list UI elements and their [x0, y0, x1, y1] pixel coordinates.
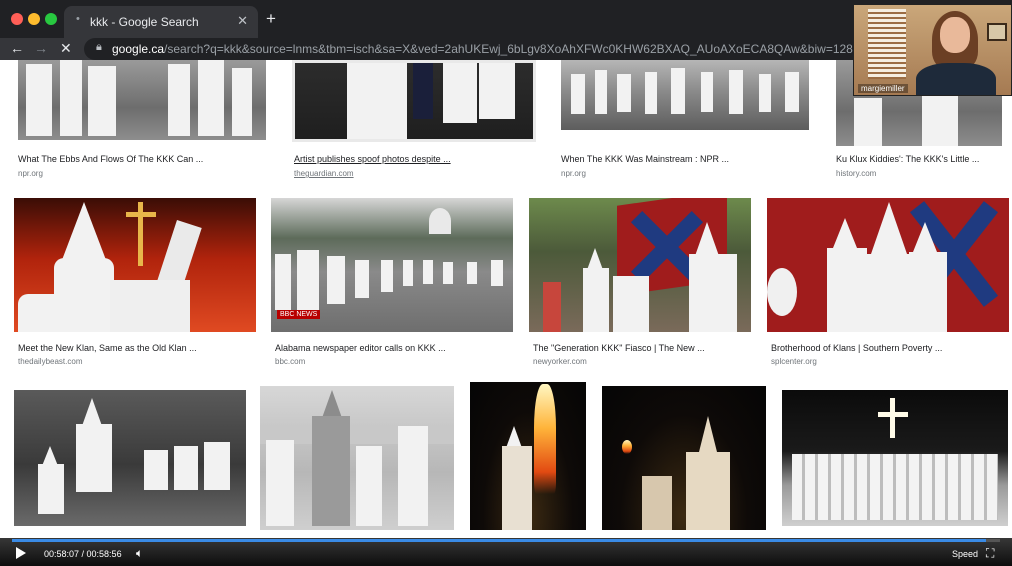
google-favicon-icon: •	[76, 13, 80, 25]
url-path: /search?q=kkk&source=lnms&tbm=isch&sa=X&…	[164, 42, 872, 56]
result-thumbnail[interactable]: BBC NEWS	[271, 198, 513, 332]
stop-icon[interactable]: ✕	[60, 40, 72, 57]
result-thumbnail[interactable]	[470, 382, 586, 530]
result-thumbnail[interactable]	[561, 60, 809, 130]
address-bar[interactable]: 🔒︎ google.ca/search?q=kkk&source=lnms&tb…	[84, 38, 884, 60]
result-thumbnail[interactable]	[529, 198, 751, 332]
url-text[interactable]: google.ca/search?q=kkk&source=lnms&tbm=i…	[112, 42, 872, 56]
result-card[interactable]	[782, 390, 1008, 538]
url-host: google.ca	[112, 42, 165, 56]
result-card[interactable]: BBC NEWS Alabama newspaper editor calls …	[271, 198, 513, 370]
result-source: thedailybeast.com	[18, 357, 83, 366]
result-card[interactable]	[260, 386, 454, 538]
result-source: bbc.com	[275, 357, 306, 366]
screen: • kkk - Google Search ✕ + ← → ✕ 🔒︎ googl…	[0, 0, 1012, 566]
result-source: history.com	[836, 169, 877, 178]
volume-icon[interactable]: 🔈︎	[136, 546, 143, 561]
webcam-video: margiemiller	[853, 4, 1012, 96]
result-source: npr.org	[561, 169, 586, 178]
presenter-face	[940, 17, 970, 53]
tab-google-search[interactable]: • kkk - Google Search ✕	[64, 6, 258, 38]
result-thumbnail[interactable]	[18, 60, 266, 140]
image-results-grid: What The Ebbs And Flows Of The KKK Can .…	[0, 60, 1012, 538]
lock-icon: 🔒︎	[96, 41, 102, 53]
result-source: theguardian.com	[294, 169, 354, 178]
result-thumbnail[interactable]	[767, 198, 1009, 332]
playback-time: 00:58:07 / 00:58:56	[44, 549, 122, 559]
progress-track[interactable]	[12, 539, 1000, 542]
result-caption[interactable]: When The KKK Was Mainstream : NPR ...	[561, 154, 729, 164]
result-card[interactable]: When The KKK Was Mainstream : NPR ... np…	[561, 60, 809, 180]
window-zoom-dot[interactable]	[45, 13, 57, 25]
result-card[interactable]: The "Generation KKK" Fiasco | The New ..…	[529, 198, 751, 370]
result-thumbnail[interactable]	[602, 386, 766, 530]
close-icon[interactable]: ✕	[237, 13, 248, 29]
result-thumbnail[interactable]	[260, 386, 454, 530]
participant-name: margiemiller	[858, 84, 908, 93]
progress-fill	[12, 539, 987, 542]
result-caption[interactable]: Ku Klux Kiddies': The KKK's Little ...	[836, 154, 979, 164]
presenter-body	[916, 63, 996, 95]
tab-title: kkk - Google Search	[90, 15, 199, 29]
result-card[interactable]	[470, 382, 586, 538]
result-card[interactable]: Artist publishes spoof photos despite ..…	[292, 60, 536, 180]
result-caption[interactable]: The "Generation KKK" Fiasco | The New ..…	[533, 343, 705, 353]
result-card[interactable]	[14, 390, 246, 538]
result-caption[interactable]: Brotherhood of Klans | Southern Poverty …	[771, 343, 942, 353]
result-thumbnail[interactable]	[14, 198, 256, 332]
result-caption[interactable]: Alabama newspaper editor calls on KKK ..…	[275, 343, 446, 353]
window-blinds	[868, 9, 906, 79]
result-caption[interactable]: Artist publishes spoof photos despite ..…	[294, 154, 451, 164]
result-source: newyorker.com	[533, 357, 587, 366]
result-thumbnail[interactable]	[292, 60, 536, 142]
bbc-news-badge: BBC NEWS	[277, 310, 321, 319]
result-card[interactable]	[602, 386, 766, 538]
result-caption[interactable]: Meet the New Klan, Same as the Old Klan …	[18, 343, 197, 353]
window-close-dot[interactable]	[11, 13, 23, 25]
play-icon[interactable]	[16, 547, 26, 559]
speed-button[interactable]: Speed	[952, 549, 978, 559]
result-source: splcenter.org	[771, 357, 817, 366]
forward-arrow-icon[interactable]: →	[34, 40, 48, 56]
result-card[interactable]: Meet the New Klan, Same as the Old Klan …	[14, 198, 256, 370]
window-minimize-dot[interactable]	[28, 13, 40, 25]
result-caption[interactable]: What The Ebbs And Flows Of The KKK Can .…	[18, 154, 203, 164]
wall-picture	[987, 23, 1007, 41]
result-card[interactable]: Brotherhood of Klans | Southern Poverty …	[767, 198, 1009, 370]
result-thumbnail[interactable]	[782, 390, 1008, 526]
plus-icon[interactable]: +	[266, 9, 276, 29]
result-card[interactable]: What The Ebbs And Flows Of The KKK Can .…	[18, 60, 266, 180]
video-player-bar: 00:58:07 / 00:58:56 🔈︎ Speed ⛶	[0, 538, 1012, 566]
result-thumbnail[interactable]	[14, 390, 246, 526]
result-source: npr.org	[18, 169, 43, 178]
fullscreen-icon[interactable]: ⛶	[986, 546, 994, 561]
back-arrow-icon[interactable]: ←	[10, 40, 24, 56]
